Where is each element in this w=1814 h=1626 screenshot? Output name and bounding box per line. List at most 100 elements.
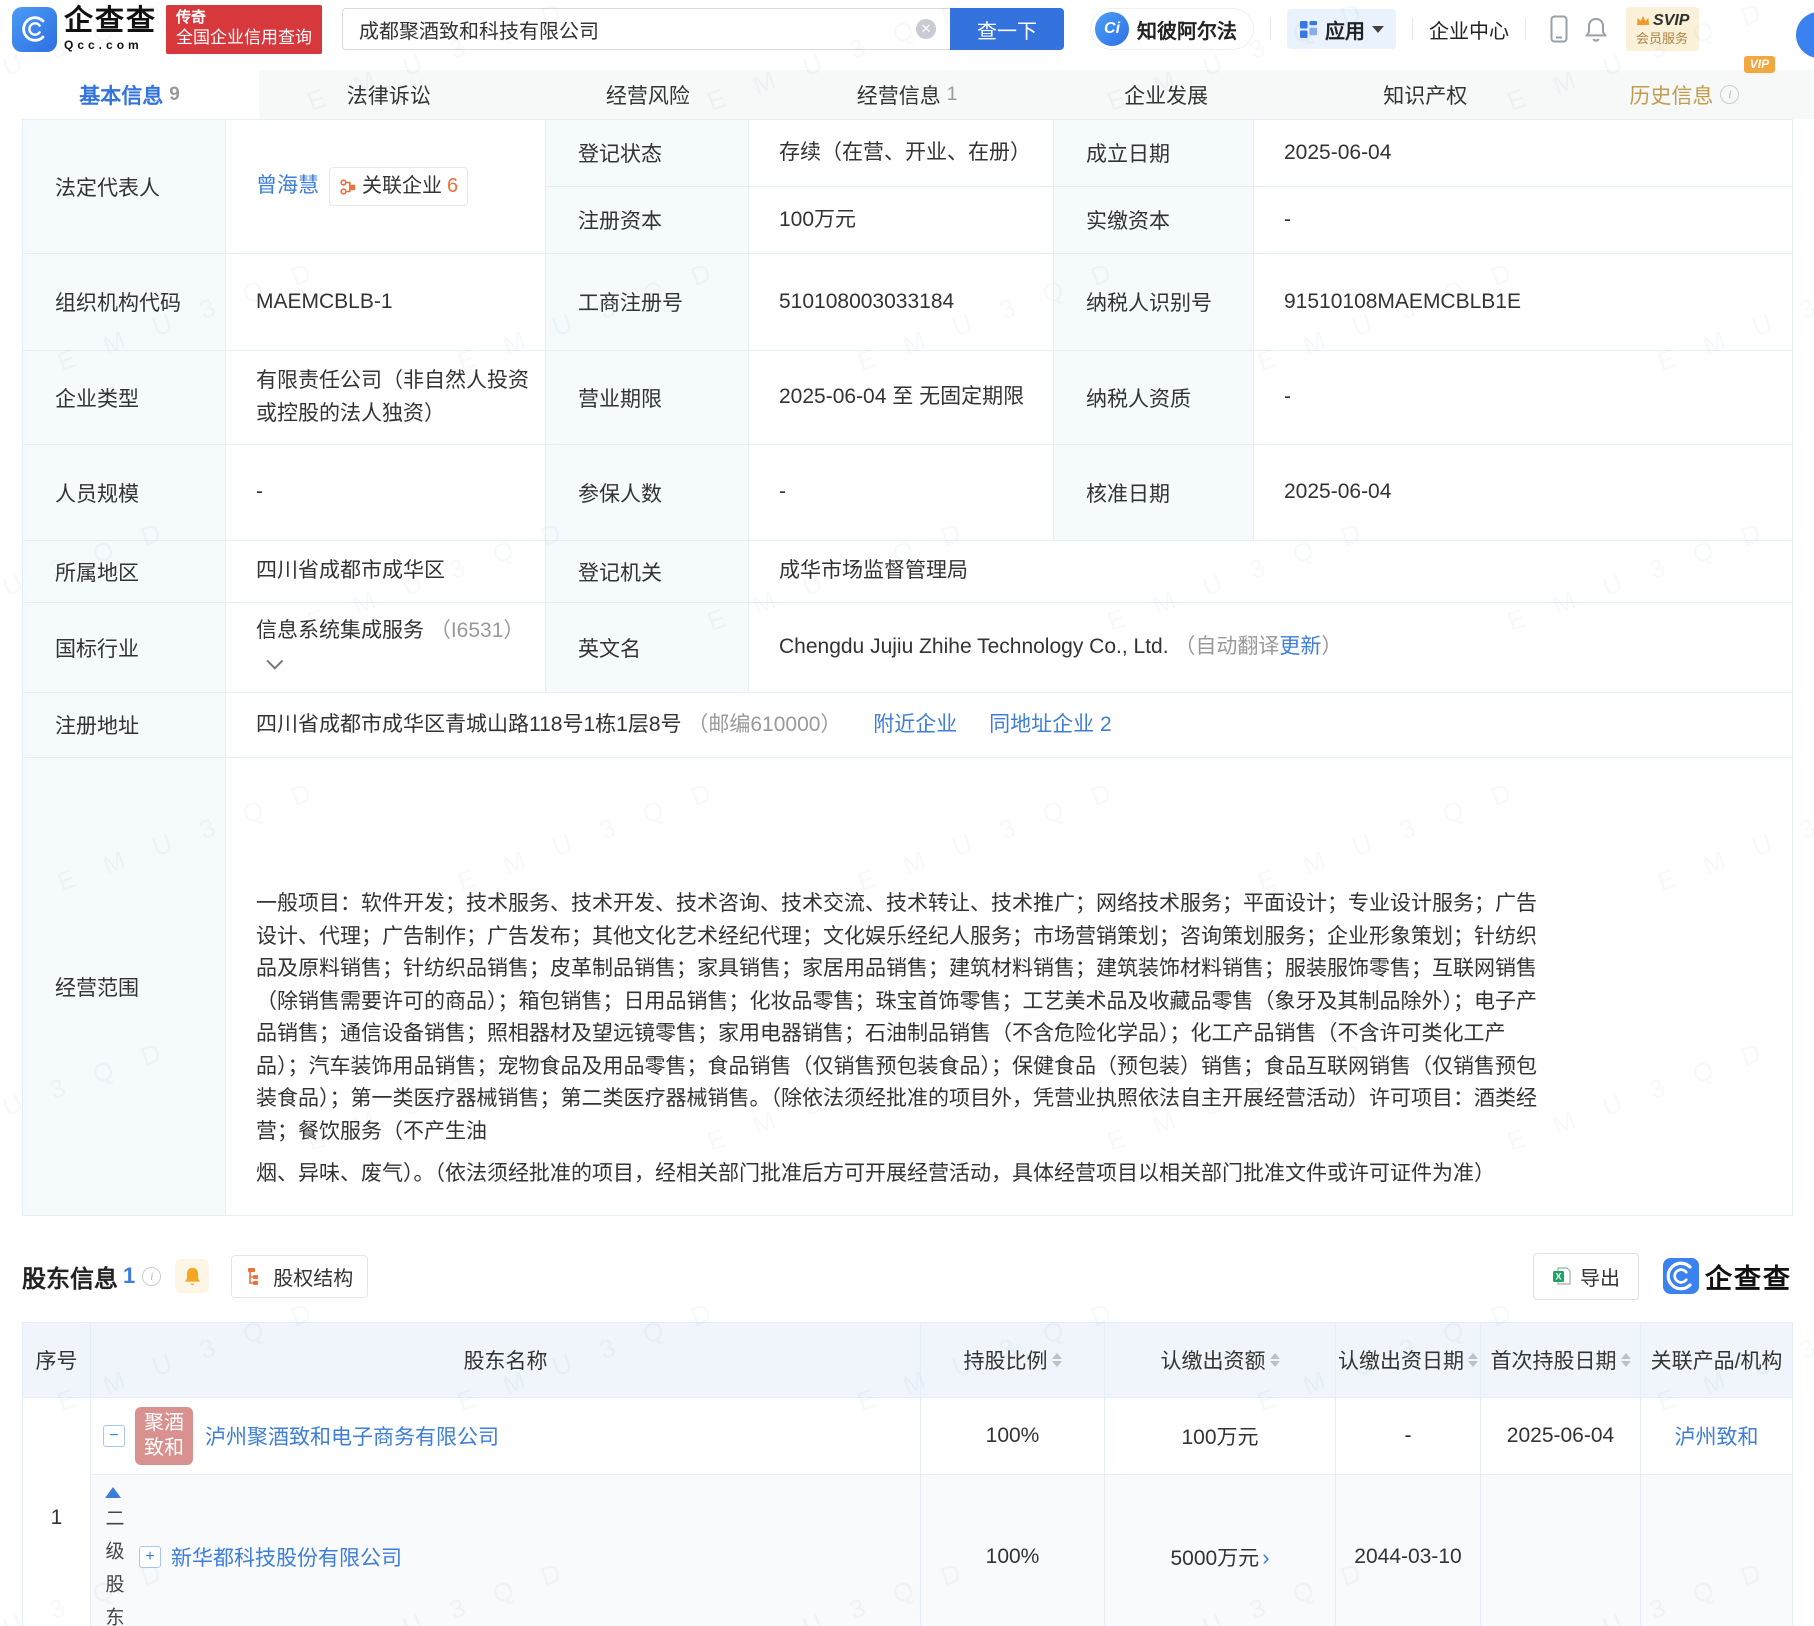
shareholder-level-label: 二级股东	[102, 1508, 124, 1626]
tab-basic-info[interactable]: 基本信息 9	[0, 70, 260, 119]
basic-info-table: 法定代表人 曾海慧 关联企业 6 登记状态 存续（在营、开业、在册） 成立日期 …	[22, 119, 1793, 1217]
collapse-triangle-icon[interactable]	[105, 1487, 121, 1499]
tab-label: 知识产权	[1383, 84, 1468, 108]
equity-structure-label: 股权结构	[273, 1267, 354, 1290]
shareholders-table: 序号 股东名称 持股比例 认缴出资额 认缴出资日期 首次持股日期 关联产品/机构…	[22, 1322, 1793, 1626]
apps-grid-icon	[1299, 20, 1318, 38]
shareholders-title: 股东信息	[22, 1265, 118, 1293]
search-button[interactable]: 查一下	[950, 8, 1065, 50]
crown-icon	[1637, 15, 1650, 25]
field-value-taxpayer-qual: -	[1253, 350, 1793, 445]
address-zip: （邮编610000）	[687, 712, 842, 736]
field-value-approval-date: 2025-06-04	[1253, 444, 1793, 541]
monitor-bell-button[interactable]	[175, 1259, 210, 1294]
vip-badge: VIP	[1743, 56, 1776, 73]
equity-structure-button[interactable]: 股权结构	[231, 1254, 369, 1298]
tab-intellectual-property[interactable]: 知识产权	[1296, 70, 1555, 119]
field-value-legal-rep: 曾海慧 关联企业 6	[225, 119, 546, 254]
collapse-button[interactable]: −	[103, 1425, 125, 1448]
qcc-logo[interactable]: 企查查 Qcc.com	[12, 6, 157, 52]
sort-icon[interactable]	[1051, 1353, 1062, 1368]
col-subscribed-date[interactable]: 认缴出资日期	[1335, 1322, 1481, 1399]
svip-text: SVIP	[1653, 11, 1690, 29]
equity-structure-icon	[248, 1268, 259, 1286]
shareholder-company-link[interactable]: 泸州聚酒致和电子商务有限公司	[205, 1421, 499, 1451]
field-label-org-code: 组织机构代码	[22, 253, 226, 351]
related-companies-button[interactable]: 关联企业 6	[329, 167, 469, 206]
field-label-paid-capital: 实缴资本	[1053, 186, 1254, 254]
field-value-taxpayer-id: 91510108MAEMCBLB1E	[1253, 253, 1793, 351]
field-value-industry: 信息系统集成服务 （I6531）	[225, 601, 546, 694]
address-text: 四川省成都市成华区青城山路118号1栋1层8号	[256, 712, 682, 736]
field-label-scope: 经营范围	[22, 757, 226, 1217]
tab-history-info[interactable]: VIP 历史信息 i	[1555, 56, 1814, 119]
first-hold-date-value	[1480, 1474, 1641, 1626]
svip-badge[interactable]: SVIP 会员服务	[1626, 6, 1700, 52]
avatar-line1: 聚酒	[144, 1412, 184, 1435]
tabs-bar: 基本信息 9 法律诉讼 经营风险 经营信息 1 企业发展 知识产权 VIP 历史…	[0, 56, 1814, 119]
chevron-right-icon[interactable]: ›	[1262, 1545, 1269, 1570]
field-value-staff-size: -	[225, 444, 546, 541]
mobile-app-icon[interactable]	[1550, 15, 1568, 43]
tab-count: 1	[946, 83, 958, 105]
field-value-insured: -	[748, 444, 1054, 541]
bell-icon	[184, 1267, 200, 1285]
tab-operation-info[interactable]: 经营信息 1	[777, 70, 1036, 119]
en-name-text: Chengdu Jujiu Zhihe Technology Co., Ltd.	[779, 635, 1169, 659]
field-value-paid-capital: -	[1253, 186, 1793, 254]
zhibei-alpha-button[interactable]: Ci 知彼阿尔法	[1090, 8, 1255, 50]
sort-icon[interactable]	[1269, 1353, 1280, 1368]
col-related-products: 关联产品/机构	[1640, 1322, 1793, 1399]
col-ratio[interactable]: 持股比例	[920, 1322, 1105, 1399]
related-product-cell	[1640, 1474, 1793, 1626]
sort-icon[interactable]	[1468, 1353, 1478, 1368]
level-strip: 二级股东	[97, 1475, 129, 1626]
divider	[1270, 18, 1272, 40]
apps-button[interactable]: 应用	[1287, 9, 1397, 49]
field-label-reg-status: 登记状态	[545, 119, 749, 187]
field-value-reg-status: 存续（在营、开业、在册）	[748, 119, 1054, 187]
search-input[interactable]	[342, 8, 951, 50]
zhibei-alpha-label: 知彼阿尔法	[1137, 20, 1238, 43]
nearby-companies-link[interactable]: 附近企业	[873, 713, 957, 736]
search-box: ✕	[342, 8, 951, 50]
promo-line2: 全国企业信用查询	[176, 28, 313, 48]
tab-label: 法律诉讼	[346, 84, 431, 108]
legal-rep-link[interactable]: 曾海慧	[256, 174, 319, 197]
apps-label: 应用	[1325, 20, 1366, 43]
amount-value: 5000万元	[1170, 1546, 1260, 1570]
related-product-link[interactable]: 泸州致和	[1675, 1426, 1759, 1449]
sub-shareholder-company-link[interactable]: 新华都科技股份有限公司	[171, 1542, 402, 1572]
tab-legal-litigation[interactable]: 法律诉讼	[259, 70, 518, 119]
field-label-est-date: 成立日期	[1053, 119, 1254, 187]
related-companies-label: 关联企业	[362, 175, 442, 197]
col-subscribed-amount[interactable]: 认缴出资额	[1104, 1322, 1336, 1399]
same-address-link[interactable]: 同地址企业 2	[989, 713, 1112, 736]
export-button[interactable]: X 导出	[1533, 1252, 1639, 1300]
clear-search-icon[interactable]: ✕	[916, 19, 937, 39]
field-label-region: 所属地区	[22, 540, 226, 603]
col-seq: 序号	[22, 1322, 91, 1399]
tab-operation-risk[interactable]: 经营风险	[518, 70, 777, 119]
tab-label: 基本信息	[79, 84, 164, 108]
expand-button[interactable]: +	[139, 1545, 161, 1568]
field-value-est-date: 2025-06-04	[1253, 119, 1793, 187]
tab-enterprise-development[interactable]: 企业发展	[1037, 70, 1296, 119]
qcc-logo-icon	[1663, 1258, 1699, 1295]
company-avatar: 聚酒 致和	[135, 1407, 193, 1466]
en-name-update-link[interactable]: 更新	[1279, 635, 1321, 658]
shareholder-row: 1 − 聚酒 致和 泸州聚酒致和电子商务有限公司 100% 100万元 - 20…	[22, 1397, 1793, 1626]
info-icon[interactable]: i	[1720, 85, 1740, 104]
sort-icon[interactable]	[1620, 1353, 1631, 1368]
info-icon[interactable]: i	[142, 1266, 162, 1286]
ratio-value: 100%	[920, 1397, 1105, 1476]
zhibei-alpha-icon: Ci	[1095, 12, 1130, 46]
row-seq: 1	[22, 1397, 91, 1626]
enterprise-center-link[interactable]: 企业中心	[1429, 15, 1509, 44]
floating-service-button[interactable]	[1796, 12, 1814, 58]
col-first-hold-date[interactable]: 首次持股日期	[1480, 1322, 1641, 1399]
field-label-authority: 登记机关	[545, 540, 749, 603]
notification-bell-icon[interactable]	[1584, 16, 1608, 42]
divider	[1525, 18, 1527, 40]
chevron-down-icon[interactable]	[266, 652, 284, 670]
